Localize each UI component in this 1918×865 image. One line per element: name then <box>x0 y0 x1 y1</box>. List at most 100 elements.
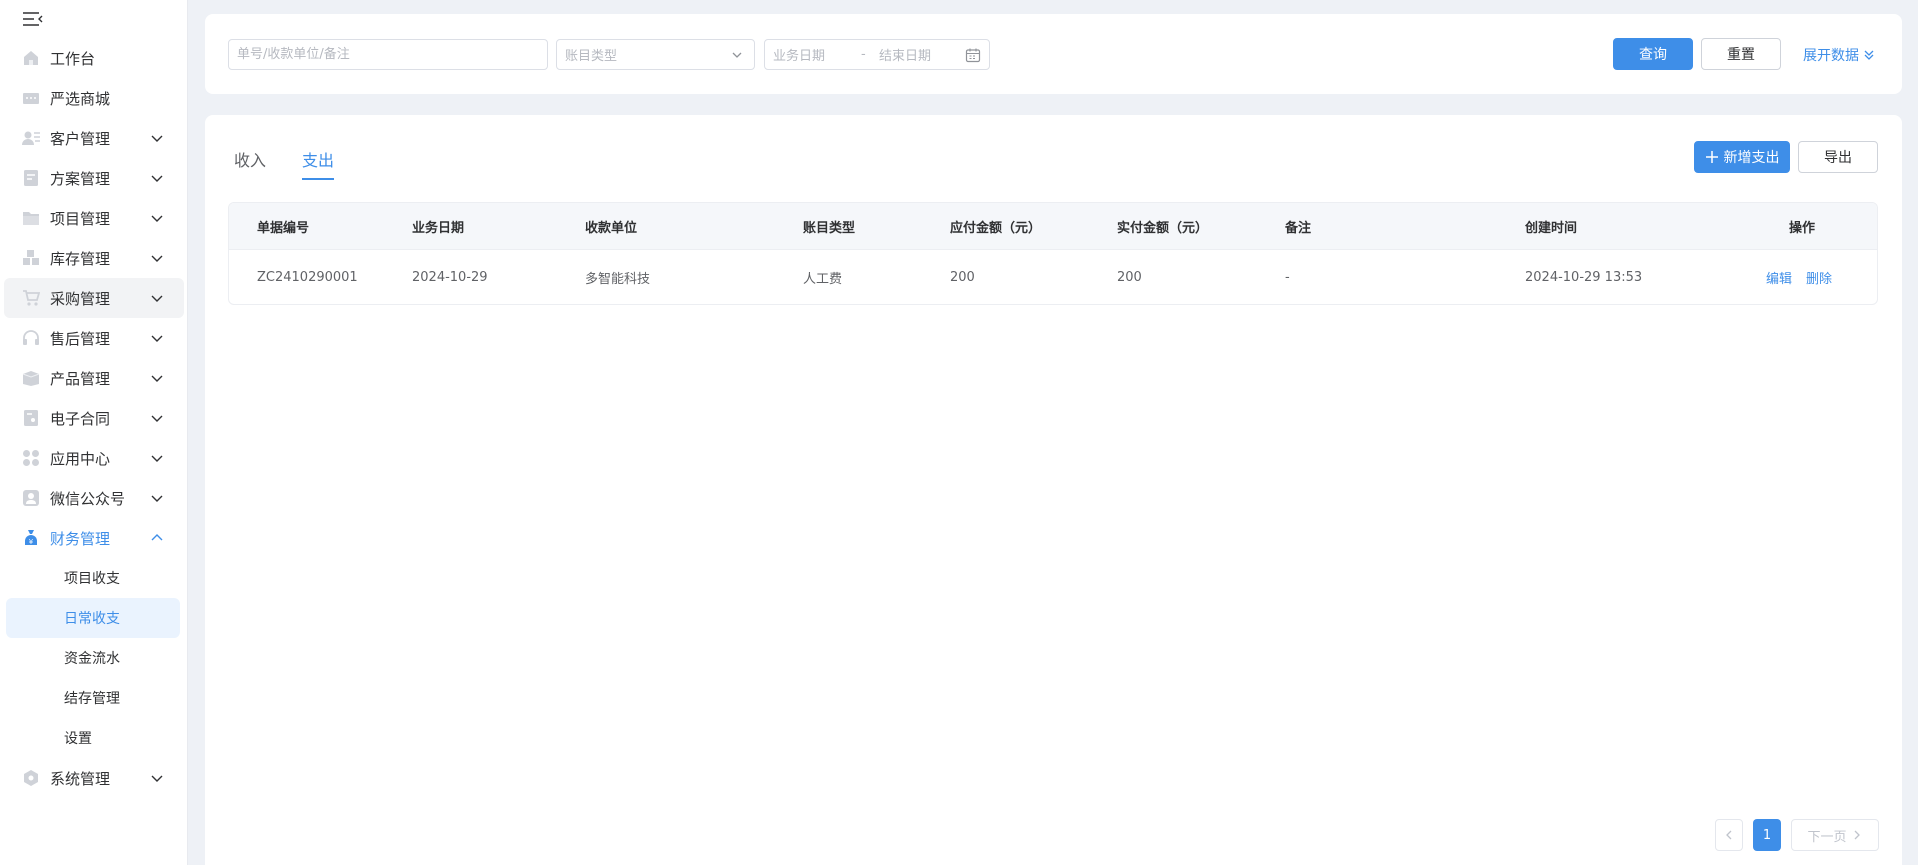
end-date-placeholder[interactable]: 结束日期 <box>879 45 965 64</box>
cell-id: ZC2410290001 <box>257 269 358 285</box>
column-header-created: 创建时间 <box>1525 220 1578 236</box>
tab-expense[interactable]: 支出 <box>302 147 334 171</box>
headset-icon <box>22 329 40 347</box>
home-icon <box>22 49 40 67</box>
sidebar-item-label: 电子合同 <box>50 409 111 428</box>
expand-data-label: 展开数据 <box>1803 48 1859 64</box>
sidebar-item-label: 采购管理 <box>50 289 111 308</box>
chevron-left-icon <box>1726 830 1732 840</box>
sidebar-item-label: 应用中心 <box>50 449 111 468</box>
column-header-payable: 应付金额（元） <box>950 220 1042 236</box>
folder-icon <box>22 209 40 227</box>
table-header: 单据编号 业务日期 收款单位 账目类型 应付金额（元） 实付金额（元） 备注 创… <box>229 203 1877 249</box>
chevron-down-icon <box>151 455 163 462</box>
sidebar-item-purchase[interactable]: 采购管理 <box>4 278 184 318</box>
column-header-actions: 操作 <box>1789 220 1816 236</box>
add-expense-button[interactable]: 新增支出 <box>1694 141 1790 173</box>
add-expense-label: 新增支出 <box>1723 150 1780 166</box>
chevron-down-icon <box>151 375 163 382</box>
chevron-down-icon <box>151 775 163 782</box>
sidebar-item-contract[interactable]: 电子合同 <box>0 398 188 438</box>
query-button[interactable]: 查询 <box>1613 38 1693 70</box>
sidebar-item-label: 产品管理 <box>50 369 111 388</box>
sidebar-item-product[interactable]: 产品管理 <box>0 358 188 398</box>
inventory-icon <box>22 249 40 267</box>
sidebar-subitem-settings[interactable]: 设置 <box>0 718 188 758</box>
chevron-down-icon <box>732 52 742 58</box>
sidebar-subitem-project-finance[interactable]: 项目收支 <box>0 558 188 598</box>
cell-payee: 多智能科技 <box>585 271 651 287</box>
column-header-paid: 实付金额（元） <box>1117 220 1209 236</box>
cell-paid: 200 <box>1117 269 1142 285</box>
sidebar-subitem-cash-flow[interactable]: 资金流水 <box>0 638 188 678</box>
finance-submenu: 项目收支 日常收支 资金流水 结存管理 设置 <box>0 558 188 758</box>
calendar-icon <box>965 48 981 62</box>
expense-table: 单据编号 业务日期 收款单位 账目类型 应付金额（元） 实付金额（元） 备注 创… <box>228 202 1878 305</box>
sidebar-menu: 工作台 严选商城 客户管理 方案管理 项目管理 库存管理 采购管理 售后管理 产… <box>0 38 188 798</box>
sidebar-item-aftersales[interactable]: 售后管理 <box>0 318 188 358</box>
chevron-down-icon <box>151 135 163 142</box>
column-header-payee: 收款单位 <box>585 220 638 236</box>
active-tab-indicator <box>302 178 334 180</box>
expand-data-toggle[interactable]: 展开数据 <box>1803 45 1876 65</box>
sidebar-item-project[interactable]: 项目管理 <box>0 198 188 238</box>
sidebar-item-system[interactable]: 系统管理 <box>0 758 188 798</box>
svg-text:¥: ¥ <box>29 538 34 546</box>
export-button[interactable]: 导出 <box>1798 141 1878 173</box>
sidebar-item-store[interactable]: 严选商城 <box>0 78 188 118</box>
start-date-placeholder[interactable]: 业务日期 <box>773 45 861 64</box>
cell-payable: 200 <box>950 269 975 285</box>
main-content: 收入 支出 新增支出 导出 单据编号 业务日期 收款单位 账目类型 应付金额（元… <box>205 115 1902 865</box>
chevron-down-icon <box>151 175 163 182</box>
account-type-placeholder: 账目类型 <box>565 49 618 64</box>
sidebar-item-label: 售后管理 <box>50 329 111 348</box>
cell-actions: 编辑 删除 <box>1766 268 1846 287</box>
delete-link[interactable]: 删除 <box>1806 272 1832 287</box>
sidebar-subitem-daily-finance[interactable]: 日常收支 <box>6 598 180 638</box>
sidebar-item-wechat[interactable]: 微信公众号 <box>0 478 188 518</box>
reset-button[interactable]: 重置 <box>1701 38 1781 70</box>
cell-note: - <box>1285 269 1290 285</box>
cart-icon <box>22 289 40 307</box>
chevron-down-icon <box>151 215 163 222</box>
sidebar-item-customer[interactable]: 客户管理 <box>0 118 188 158</box>
chevron-down-icon <box>151 415 163 422</box>
sidebar-item-inventory[interactable]: 库存管理 <box>0 238 188 278</box>
page-number-current[interactable]: 1 <box>1753 819 1781 851</box>
next-page-button[interactable]: 下一页 <box>1791 819 1879 851</box>
search-input[interactable] <box>237 40 547 69</box>
account-type-select[interactable]: 账目类型 <box>556 39 755 70</box>
money-bag-icon: ¥ <box>22 529 40 547</box>
sidebar-item-plan[interactable]: 方案管理 <box>0 158 188 198</box>
cell-created: 2024-10-29 13:53 <box>1525 269 1643 285</box>
sidebar: 工作台 严选商城 客户管理 方案管理 项目管理 库存管理 采购管理 售后管理 产… <box>0 0 188 865</box>
range-separator: - <box>861 47 866 62</box>
column-header-type: 账目类型 <box>803 220 856 236</box>
chevron-down-icon <box>151 335 163 342</box>
chevron-down-icon <box>151 255 163 262</box>
menu-collapse-icon[interactable] <box>22 10 44 28</box>
column-header-note: 备注 <box>1285 220 1312 236</box>
edit-link[interactable]: 编辑 <box>1766 272 1792 287</box>
chevron-down-icon <box>151 295 163 302</box>
box-icon <box>22 369 40 387</box>
column-header-date: 业务日期 <box>412 220 465 236</box>
prev-page-button[interactable] <box>1715 819 1743 851</box>
sidebar-item-apps[interactable]: 应用中心 <box>0 438 188 478</box>
chevron-up-icon <box>151 534 163 541</box>
sidebar-item-label: 库存管理 <box>50 249 111 268</box>
search-field[interactable] <box>228 39 548 70</box>
sidebar-item-finance[interactable]: ¥ 财务管理 <box>0 518 188 558</box>
wechat-icon <box>22 489 40 507</box>
tab-income[interactable]: 收入 <box>234 147 266 171</box>
date-range-picker[interactable]: 业务日期 - 结束日期 <box>764 39 990 70</box>
cell-date: 2024-10-29 <box>412 269 488 285</box>
customer-icon <box>22 129 40 147</box>
sidebar-item-label: 微信公众号 <box>50 489 126 508</box>
apps-icon <box>22 449 40 467</box>
filter-bar: 账目类型 业务日期 - 结束日期 查询 重置 展开数据 <box>205 14 1902 94</box>
sidebar-item-label: 方案管理 <box>50 169 111 188</box>
sidebar-item-workbench[interactable]: 工作台 <box>0 38 188 78</box>
sidebar-subitem-balance[interactable]: 结存管理 <box>0 678 188 718</box>
settings-icon <box>22 769 40 787</box>
